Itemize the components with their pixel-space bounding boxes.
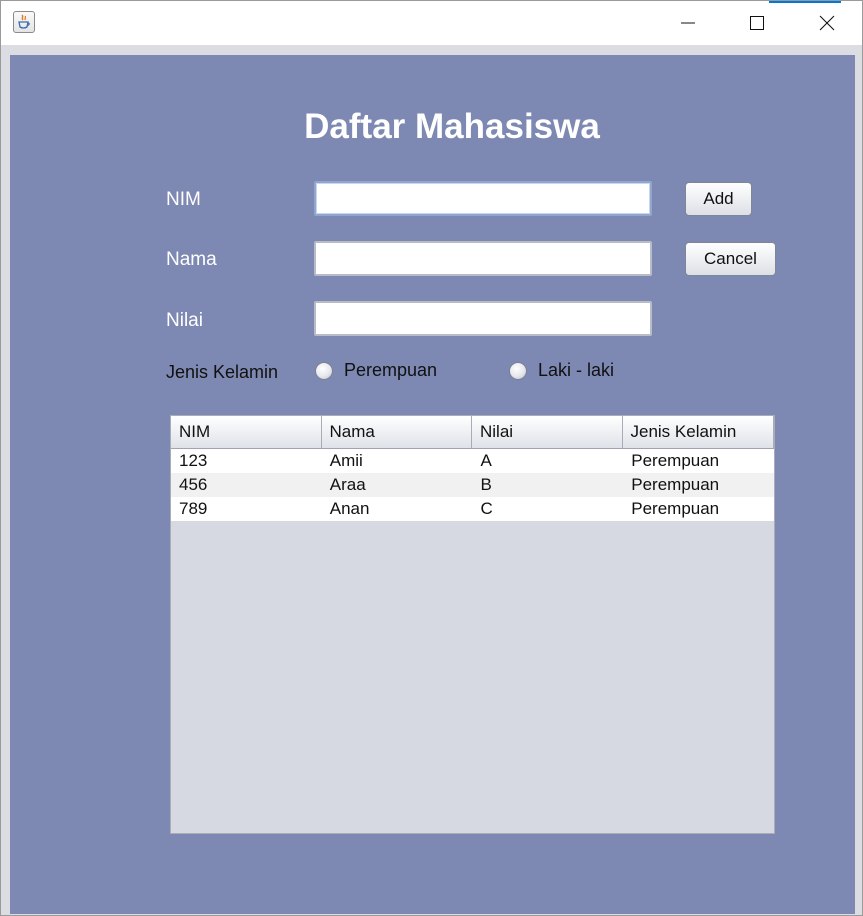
cell-jenis-kelamin: Perempuan bbox=[631, 475, 720, 494]
add-button[interactable]: Add bbox=[685, 182, 752, 216]
minimize-button[interactable] bbox=[653, 1, 723, 45]
column-header-nama[interactable]: Nama bbox=[321, 416, 472, 448]
table-row[interactable]: 456 Araa B Perempuan bbox=[171, 473, 774, 497]
nilai-input[interactable] bbox=[314, 301, 652, 336]
maximize-button[interactable] bbox=[722, 1, 792, 45]
nim-input[interactable] bbox=[314, 181, 652, 216]
cell-nim: 789 bbox=[179, 499, 208, 518]
radio-circle-icon bbox=[509, 361, 527, 380]
radio-laki-laki[interactable]: Laki - laki bbox=[509, 360, 614, 381]
main-panel: Daftar Mahasiswa NIM Nama Nilai Add Canc… bbox=[10, 55, 855, 914]
cell-nama: Araa bbox=[329, 475, 366, 494]
title-bar bbox=[1, 1, 862, 45]
student-table[interactable]: NIM Nama Nilai Jenis Kelamin 123 Amii A … bbox=[170, 415, 775, 834]
column-header-nilai[interactable]: Nilai bbox=[472, 416, 623, 448]
radio-laki-laki-label: Laki - laki bbox=[538, 360, 615, 380]
java-app-icon[interactable] bbox=[13, 11, 35, 33]
column-header-nim[interactable]: NIM bbox=[171, 416, 322, 448]
minimize-icon bbox=[681, 22, 695, 24]
gender-label: Jenis Kelamin bbox=[166, 362, 279, 382]
cell-nim: 456 bbox=[179, 475, 208, 494]
radio-perempuan[interactable]: Perempuan bbox=[315, 360, 437, 381]
table-header: NIM Nama Nilai Jenis Kelamin bbox=[171, 416, 774, 449]
cell-nilai: C bbox=[480, 499, 493, 518]
cell-nim: 123 bbox=[179, 451, 208, 470]
close-icon bbox=[819, 15, 835, 31]
cell-nilai: B bbox=[480, 475, 492, 494]
cell-nilai: A bbox=[480, 451, 492, 470]
close-button[interactable] bbox=[792, 1, 862, 45]
radio-perempuan-label: Perempuan bbox=[344, 360, 438, 380]
cell-jenis-kelamin: Perempuan bbox=[631, 451, 720, 470]
cancel-button[interactable]: Cancel bbox=[685, 242, 776, 276]
table-row[interactable]: 123 Amii A Perempuan bbox=[171, 449, 774, 473]
table-body: 123 Amii A Perempuan 456 Araa B Perempua… bbox=[171, 449, 774, 521]
table-row[interactable]: 789 Anan C Perempuan bbox=[171, 497, 774, 521]
radio-circle-icon bbox=[315, 361, 333, 380]
nilai-label: Nilai bbox=[166, 310, 203, 331]
nim-label: NIM bbox=[166, 189, 201, 210]
cell-nama: Amii bbox=[329, 451, 363, 470]
maximize-icon bbox=[750, 16, 764, 30]
nama-label: Nama bbox=[166, 249, 217, 270]
page-title: Daftar Mahasiswa bbox=[304, 107, 600, 146]
column-header-jenis-kelamin[interactable]: Jenis Kelamin bbox=[622, 416, 774, 448]
app-window: Daftar Mahasiswa NIM Nama Nilai Add Canc… bbox=[0, 0, 863, 916]
nama-input[interactable] bbox=[314, 241, 652, 276]
cell-jenis-kelamin: Perempuan bbox=[631, 499, 720, 518]
cell-nama: Anan bbox=[329, 499, 370, 518]
